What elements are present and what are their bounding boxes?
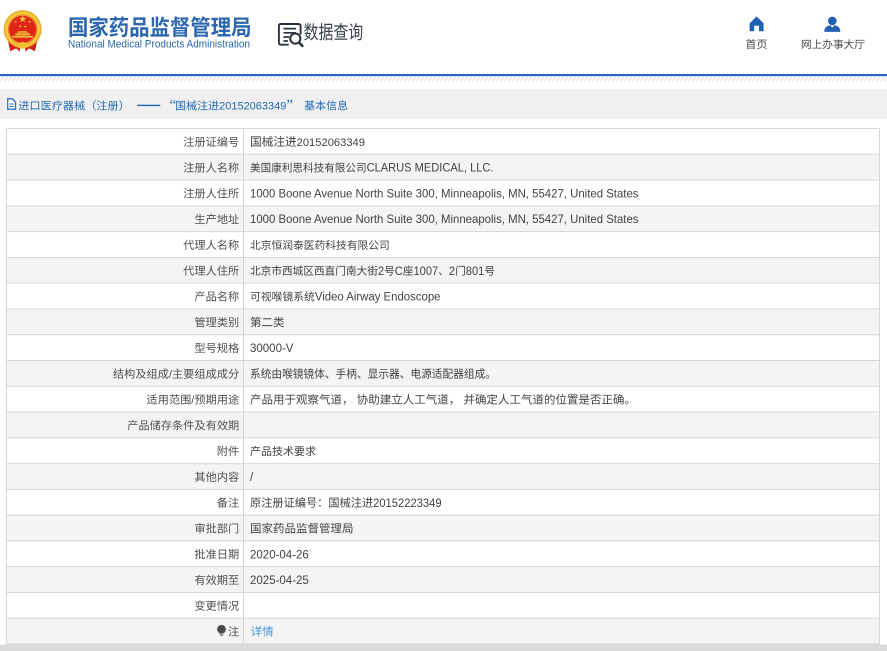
svg-text:National Medical Products Admi: National Medical Products Administration bbox=[68, 38, 250, 50]
svg-text:1000 Boone Avenue North Suite: 1000 Boone Avenue North Suite 300, Minne… bbox=[250, 188, 639, 200]
svg-text:30000-V: 30000-V bbox=[250, 343, 294, 355]
svg-text:20152063349: 20152063349 bbox=[297, 137, 365, 149]
svg-text:2020-04-26: 2020-04-26 bbox=[250, 549, 309, 561]
svg-text:CLARUS MEDICAL, LLC.: CLARUS MEDICAL, LLC. bbox=[367, 163, 494, 175]
svg-text:2: 2 bbox=[378, 266, 384, 278]
svg-text:C: C bbox=[395, 266, 403, 278]
svg-text:2025-04-25: 2025-04-25 bbox=[250, 575, 309, 587]
svg-text:2: 2 bbox=[449, 266, 455, 278]
svg-text:1000 Boone Avenue North Suite: 1000 Boone Avenue North Suite 300, Minne… bbox=[250, 214, 639, 226]
svg-text:1007: 1007 bbox=[413, 266, 438, 278]
svg-text:20152063349: 20152063349 bbox=[219, 101, 286, 113]
svg-text:20152223349: 20152223349 bbox=[373, 498, 441, 510]
svg-text:Video Airway Endoscope: Video Airway Endoscope bbox=[315, 291, 441, 303]
svg-text:801: 801 bbox=[466, 266, 485, 278]
